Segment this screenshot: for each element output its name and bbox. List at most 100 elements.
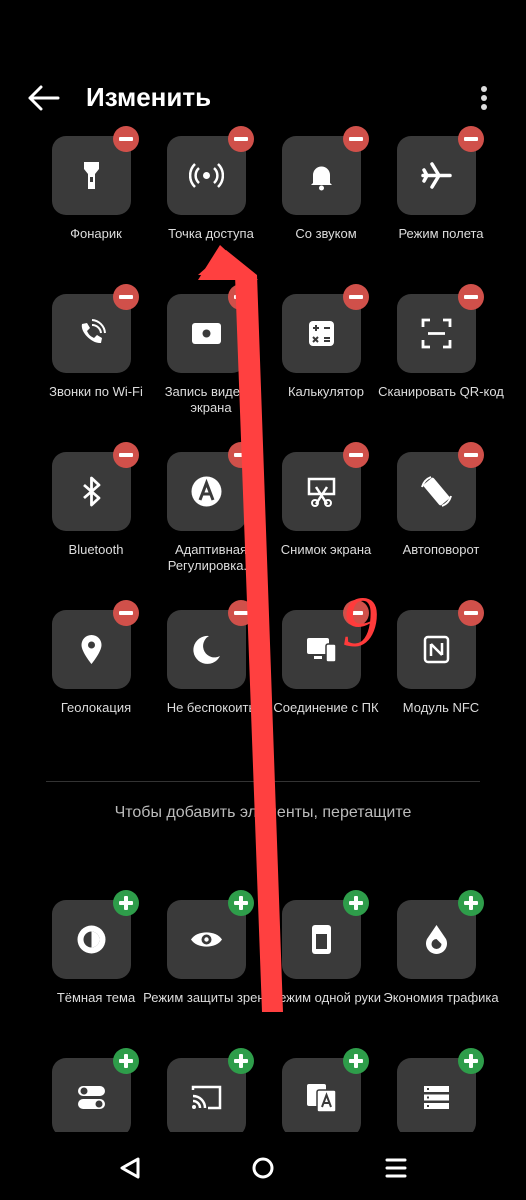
remove-tile-button[interactable] xyxy=(113,284,139,310)
tile-label: Сканировать QR-код xyxy=(378,384,504,399)
back-button[interactable] xyxy=(24,80,64,116)
back-arrow-icon xyxy=(28,85,60,111)
remove-tile-button[interactable] xyxy=(458,284,484,310)
add-tile-button[interactable] xyxy=(228,890,254,916)
plus-icon-bar xyxy=(469,896,473,910)
bluetooth-icon xyxy=(83,476,101,507)
plus-icon-bar xyxy=(354,1054,358,1068)
location-icon xyxy=(81,635,102,664)
plus-icon-bar xyxy=(124,1054,128,1068)
remove-tile-button[interactable] xyxy=(343,442,369,468)
plus-icon-bar xyxy=(239,1054,243,1068)
minus-icon xyxy=(234,295,248,299)
add-tile-button[interactable] xyxy=(228,1048,254,1074)
remove-tile-button[interactable] xyxy=(113,442,139,468)
minus-icon xyxy=(119,453,133,457)
tile-calculator[interactable]: Калькулятор xyxy=(268,284,383,434)
tile-bluetooth[interactable]: Bluetooth xyxy=(38,442,153,592)
remove-tile-button[interactable] xyxy=(458,442,484,468)
remove-tile-button[interactable] xyxy=(458,126,484,152)
list-icon xyxy=(424,1086,449,1109)
tile-flashlight[interactable]: Фонарик xyxy=(38,126,153,276)
circle-home-icon xyxy=(252,1157,274,1179)
tile-screen-record[interactable]: Запись видео с экрана xyxy=(153,284,268,434)
tile-label: Модуль NFC xyxy=(402,700,480,715)
tile-one-hand[interactable]: Режим одной руки xyxy=(268,890,383,1040)
translate-icon xyxy=(307,1084,337,1113)
menu-dot xyxy=(481,86,487,92)
add-tile-button[interactable] xyxy=(458,890,484,916)
add-tile-button[interactable] xyxy=(113,1048,139,1074)
nav-home-button[interactable] xyxy=(245,1150,281,1186)
minus-icon xyxy=(464,453,478,457)
tile-wifi-call[interactable]: Звонки по Wi-Fi xyxy=(38,284,153,434)
one-hand-icon xyxy=(312,925,331,954)
add-tile-button[interactable] xyxy=(113,890,139,916)
more-options-button[interactable] xyxy=(472,80,496,116)
tile-hotspot[interactable]: Точка доступа xyxy=(153,126,268,276)
tile-airplane[interactable]: Режим полета xyxy=(383,126,498,276)
nav-back-button[interactable] xyxy=(112,1150,148,1186)
menu-lines-icon xyxy=(385,1158,407,1178)
add-tile-button[interactable] xyxy=(343,890,369,916)
tile-data-saver[interactable]: Экономия трафика xyxy=(383,890,499,1040)
plus-icon-bar xyxy=(124,896,128,910)
remove-tile-button[interactable] xyxy=(228,442,254,468)
remove-tile-button[interactable] xyxy=(343,600,369,626)
tile-pc-connect[interactable]: Соединение с ПК xyxy=(268,600,383,750)
tile-screenshot[interactable]: Снимок экрана xyxy=(268,442,383,592)
tile-label: Экономия трафика xyxy=(383,990,499,1005)
minus-icon xyxy=(464,295,478,299)
auto-rotate-icon xyxy=(421,476,452,507)
tile-label: Режим полета xyxy=(398,226,484,241)
add-tile-button[interactable] xyxy=(458,1048,484,1074)
calculator-icon xyxy=(309,321,334,346)
wifi-call-icon xyxy=(81,319,106,344)
data-saver-icon xyxy=(426,925,447,954)
nav-recents-button[interactable] xyxy=(378,1150,414,1186)
tile-adaptive-brightness[interactable]: Адаптивная Регулировка... xyxy=(153,442,268,592)
plus-icon-bar xyxy=(239,896,243,910)
remove-tile-button[interactable] xyxy=(228,126,254,152)
screen-record-icon xyxy=(192,323,221,344)
minus-icon xyxy=(119,611,133,615)
tile-label: Автоповорот xyxy=(402,542,480,557)
tile-dark-theme[interactable]: Тёмная тема xyxy=(38,890,153,1040)
eye-icon xyxy=(191,932,222,947)
remove-tile-button[interactable] xyxy=(458,600,484,626)
cast-icon xyxy=(191,1085,222,1110)
dark-theme-icon xyxy=(77,925,106,954)
tile-nfc[interactable]: Модуль NFC xyxy=(383,600,498,750)
bell-icon xyxy=(311,166,332,191)
minus-icon xyxy=(349,137,363,141)
drag-hint: Чтобы добавить элементы, перетащите xyxy=(114,804,412,821)
remove-tile-button[interactable] xyxy=(343,126,369,152)
tile-location[interactable]: Геолокация xyxy=(38,600,153,750)
remove-tile-button[interactable] xyxy=(228,284,254,310)
nfc-icon xyxy=(423,635,450,664)
tile-qr-scan[interactable]: Сканировать QR-код xyxy=(378,284,504,434)
divider xyxy=(46,781,480,782)
remove-tile-button[interactable] xyxy=(228,600,254,626)
minus-icon xyxy=(464,137,478,141)
tile-moon[interactable]: Не беспокоить xyxy=(153,600,268,750)
remove-tile-button[interactable] xyxy=(113,126,139,152)
screenshot-icon xyxy=(307,477,336,507)
tile-bell[interactable]: Со звуком xyxy=(268,126,383,276)
remove-tile-button[interactable] xyxy=(343,284,369,310)
moon-icon xyxy=(193,635,220,664)
system-nav-bar xyxy=(0,1132,526,1200)
page-title: Изменить xyxy=(86,82,212,112)
adaptive-brightness-icon xyxy=(191,476,222,507)
remove-tile-button[interactable] xyxy=(113,600,139,626)
plus-icon-bar xyxy=(469,1054,473,1068)
tile-eye[interactable]: Режим защиты зрения xyxy=(143,890,279,1040)
toggles-icon xyxy=(78,1086,105,1109)
add-tile-button[interactable] xyxy=(343,1048,369,1074)
triangle-back-icon xyxy=(120,1157,140,1179)
minus-icon xyxy=(234,453,248,457)
menu-dot xyxy=(481,104,487,110)
minus-icon xyxy=(464,611,478,615)
plus-icon-bar xyxy=(354,896,358,910)
tile-auto-rotate[interactable]: Автоповорот xyxy=(383,442,498,592)
